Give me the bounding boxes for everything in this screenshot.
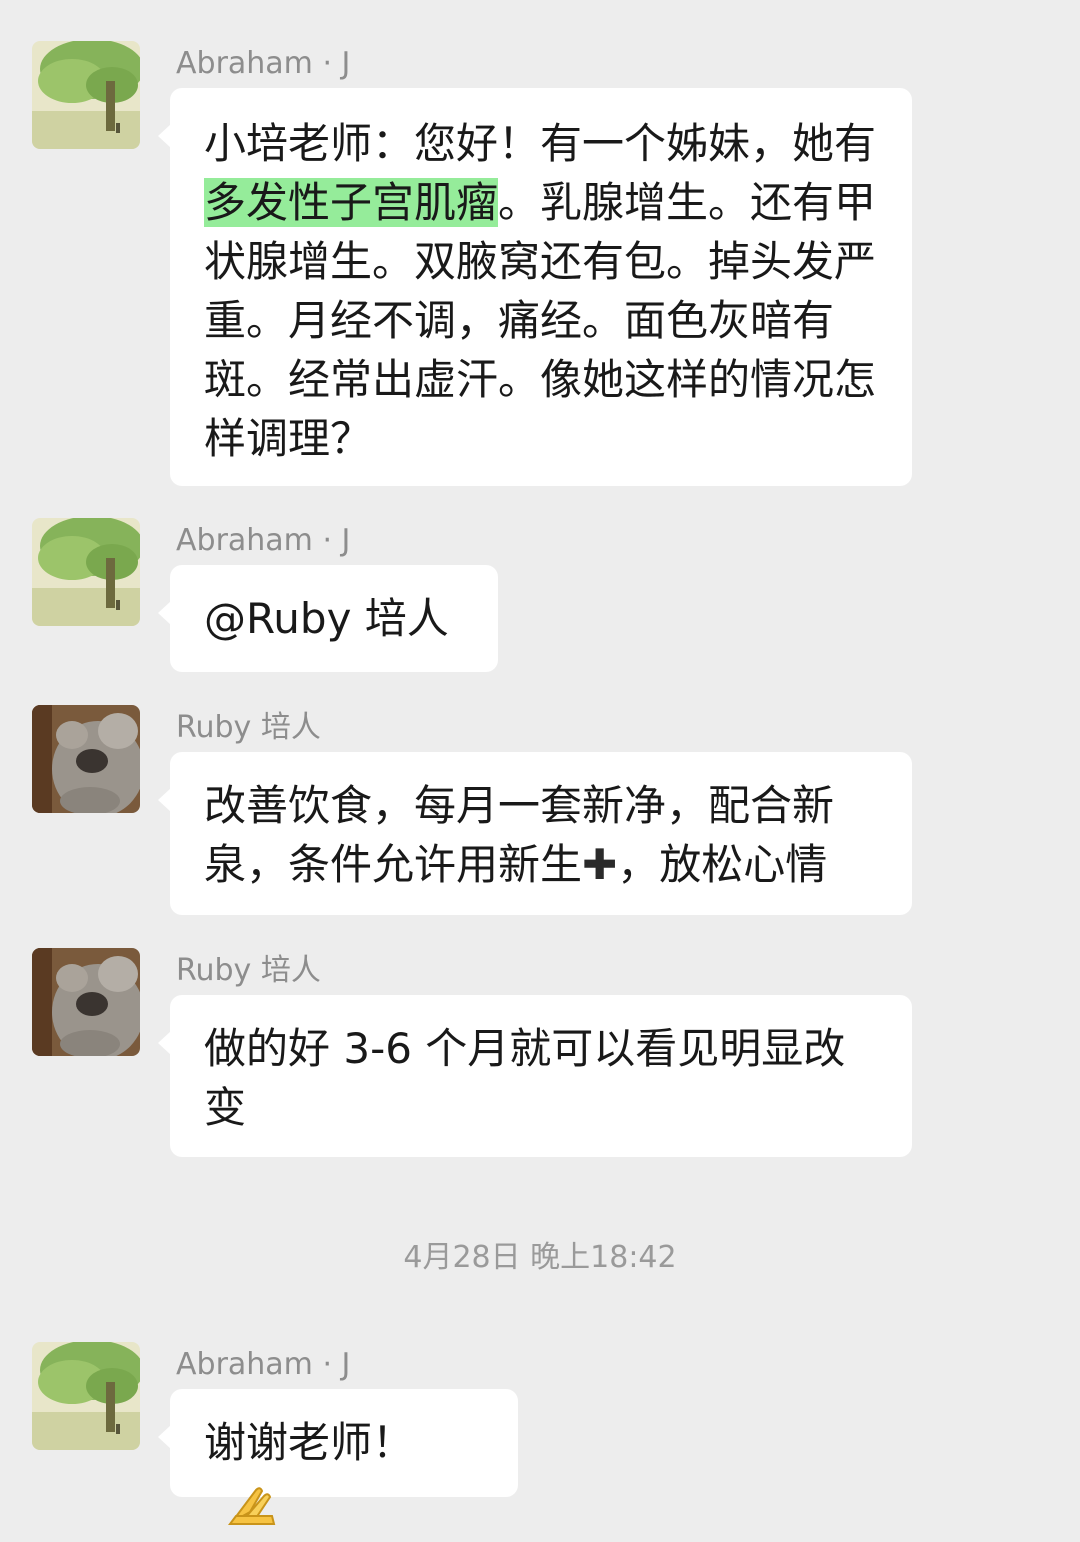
koala-avatar-icon: [32, 948, 140, 1056]
message-text: @Ruby 培人: [204, 594, 449, 643]
plus-icon: ✚: [582, 840, 618, 889]
sender-name: Ruby 培人: [176, 710, 321, 745]
message-bubble[interactable]: 谢谢老师！: [158, 1389, 518, 1525]
message-text: 谢谢老师！: [204, 1418, 415, 1467]
sender-name: Abraham · J: [176, 46, 351, 81]
tree-avatar-icon: [32, 518, 140, 626]
message-bubble[interactable]: 改善饮食，每月一套新净，配合新泉，条件允许用新生✚，放松心情: [158, 752, 912, 915]
message-bubble[interactable]: 小培老师：您好！有一个姊妹，她有多发性子宫肌瘤。乳腺增生。还有甲状腺增生。双腋窝…: [158, 88, 912, 486]
avatar[interactable]: [32, 948, 140, 1056]
tree-avatar-icon: [32, 1342, 140, 1450]
tree-avatar-icon: [32, 41, 140, 149]
folded-hands-icon: [228, 1486, 276, 1525]
avatar[interactable]: [32, 41, 140, 149]
highlighted-text: 多发性子宫肌瘤: [204, 178, 499, 227]
sender-name: Abraham · J: [176, 523, 351, 558]
koala-avatar-icon: [32, 705, 140, 813]
message-text: ，放松心情: [617, 840, 828, 889]
message-text: 做的好 3-6 个月就可以看见明显改变: [204, 1024, 846, 1132]
message-text: 小培老师：您好！有一个姊妹，她有: [204, 119, 877, 168]
message-bubble[interactable]: @Ruby 培人: [158, 565, 498, 672]
message-bubble[interactable]: 做的好 3-6 个月就可以看见明显改变: [158, 995, 912, 1157]
chat-timestamp: 4月28日 晚上18:42: [403, 1240, 677, 1275]
sender-name: Abraham · J: [176, 1347, 351, 1382]
sender-name: Ruby 培人: [176, 953, 321, 988]
avatar[interactable]: [32, 518, 140, 626]
avatar[interactable]: [32, 1342, 140, 1450]
avatar[interactable]: [32, 705, 140, 813]
